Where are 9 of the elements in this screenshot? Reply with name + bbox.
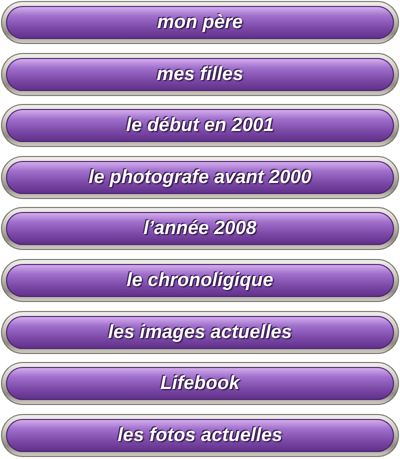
- menu-button[interactable]: mon père: [1, 1, 399, 44]
- menu-button[interactable]: le début en 2001: [1, 104, 399, 148]
- menu-button[interactable]: le chronoligique: [1, 258, 399, 302]
- menu-button[interactable]: les fotos actuelles: [1, 414, 399, 457]
- menu-button[interactable]: le photografe avant 2000: [1, 156, 399, 199]
- menu-button[interactable]: Lifebook: [1, 362, 399, 406]
- menu-button[interactable]: l’année 2008: [1, 207, 399, 250]
- menu-button[interactable]: les images actuelles: [1, 310, 399, 354]
- menu-button[interactable]: mes filles: [1, 52, 399, 96]
